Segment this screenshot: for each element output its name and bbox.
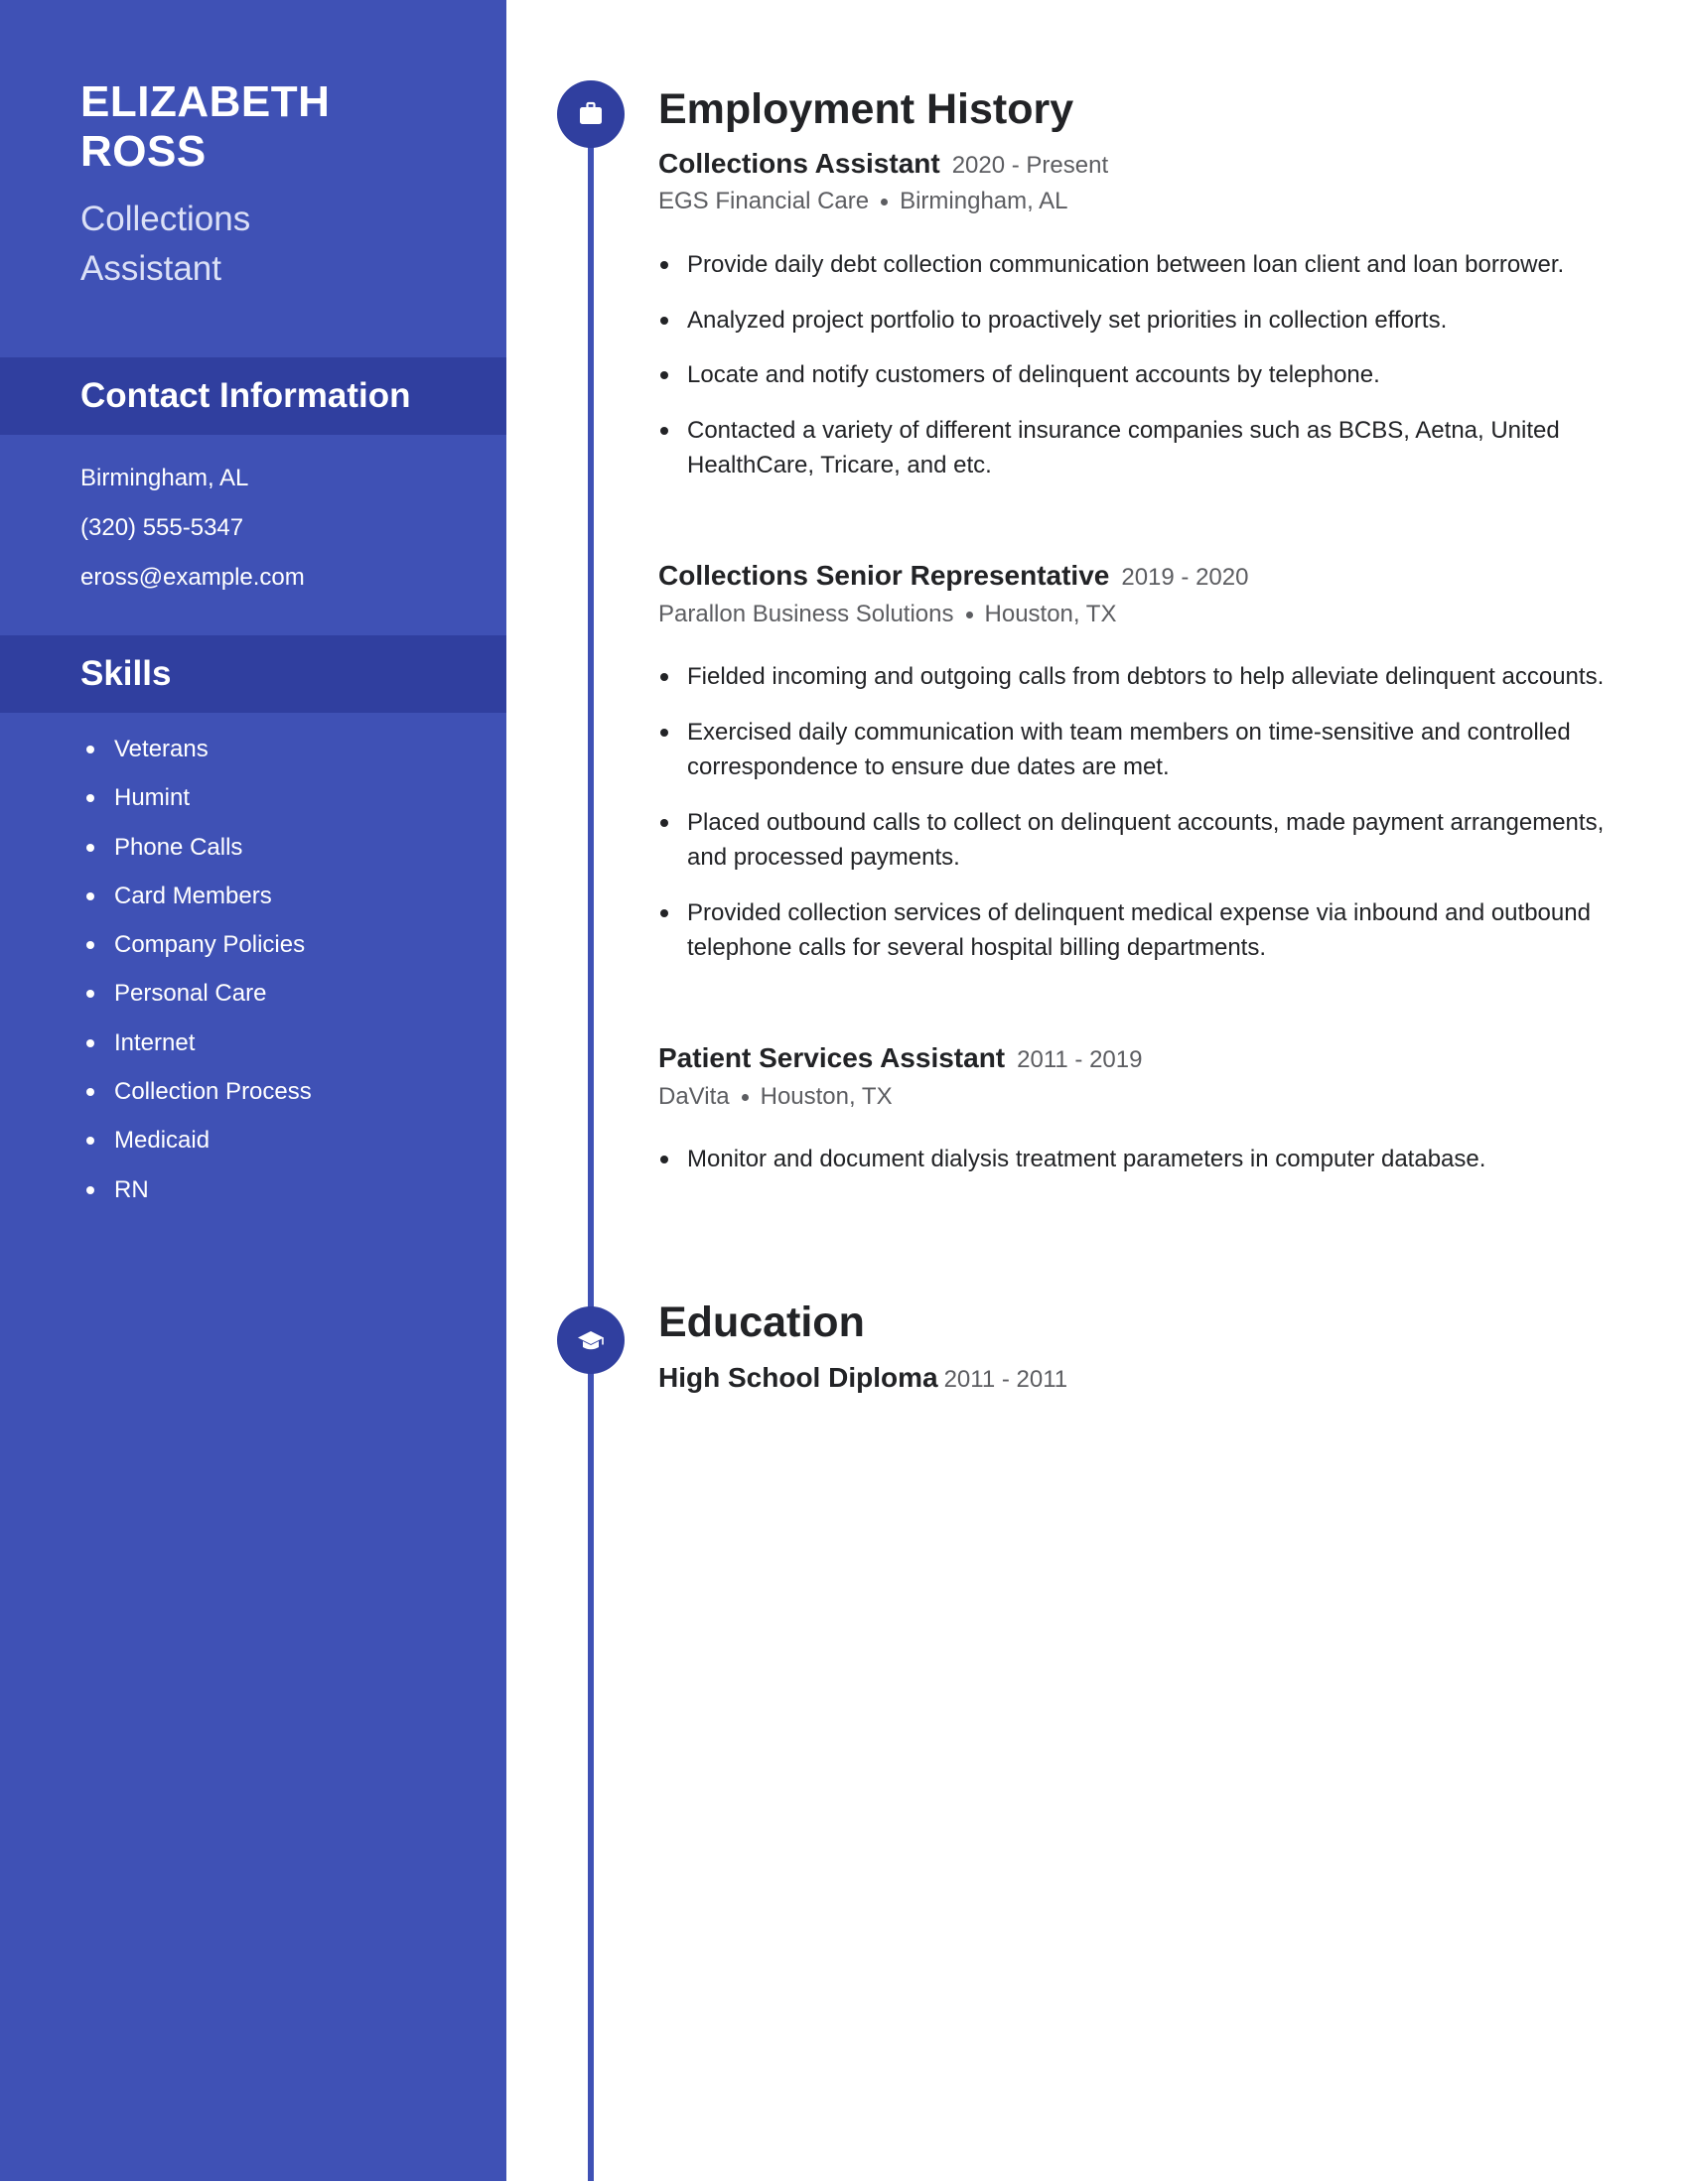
sidebar: ELIZABETH ROSS Collections Assistant Con…: [0, 0, 506, 2181]
job-dates: 2019 - 2020: [1121, 564, 1249, 591]
job-title-row: Patient Services Assistant 2011 - 2019: [658, 1042, 1142, 1074]
skill-item: Card Members: [80, 872, 312, 920]
name-first: ELIZABETH: [80, 77, 331, 126]
education-marker: [557, 1306, 625, 1374]
skill-item: Collection Process: [80, 1067, 312, 1116]
contact-section-header: Contact Information: [0, 357, 506, 435]
skill-item: Veterans: [80, 725, 312, 773]
job-company: Parallon Business Solutions: [658, 601, 954, 627]
skill-item: Company Policies: [80, 920, 312, 969]
job-role: Patient Services Assistant: [658, 1042, 1006, 1073]
job-bullet: Locate and notify customers of delinquen…: [658, 357, 1612, 393]
job-bullet: Fielded incoming and outgoing calls from…: [658, 659, 1612, 695]
job-location: Houston, TX: [984, 601, 1117, 627]
employment-marker: [557, 80, 625, 148]
skills-heading: Skills: [80, 654, 172, 693]
skill-item: Personal Care: [80, 969, 312, 1018]
job-bullet: Provided collection services of delinque…: [658, 895, 1612, 966]
job-company: EGS Financial Care: [658, 188, 870, 214]
name-last: ROSS: [80, 127, 207, 176]
job-meta-row: DaVita Houston, TX: [658, 1083, 893, 1111]
education-heading: Education: [658, 1298, 865, 1346]
employment-heading: Employment History: [658, 85, 1074, 133]
contact-phone[interactable]: (320) 555-5347: [80, 503, 305, 553]
separator-dot: [741, 1094, 749, 1102]
contact-location: Birmingham, AL: [80, 465, 249, 491]
education-dates: 2011 - 2011: [943, 1366, 1068, 1393]
job-bullets: Fielded incoming and outgoing calls from…: [658, 659, 1612, 986]
contact-list: Birmingham, AL (320) 555-5347 eross@exam…: [80, 454, 305, 603]
job-location: Houston, TX: [760, 1083, 893, 1110]
job-bullet: Analyzed project portfolio to proactivel…: [658, 303, 1612, 339]
job-meta-row: Parallon Business Solutions Houston, TX: [658, 601, 1116, 628]
job-bullet: Placed outbound calls to collect on deli…: [658, 805, 1612, 876]
timeline-line: [588, 119, 594, 2181]
skill-item: Internet: [80, 1019, 312, 1067]
job-dates: 2020 - Present: [951, 152, 1109, 179]
education-degree: High School Diploma: [658, 1362, 938, 1393]
skill-item: RN: [80, 1165, 312, 1214]
candidate-name: ELIZABETH ROSS: [80, 77, 330, 177]
separator-dot: [965, 612, 973, 619]
job-bullet: Contacted a variety of different insuran…: [658, 413, 1612, 483]
job-role: Collections Senior Representative: [658, 560, 1110, 591]
job-bullet: Monitor and document dialysis treatment …: [658, 1142, 1612, 1177]
job-company: DaVita: [658, 1083, 730, 1110]
contact-email[interactable]: eross@example.com: [80, 553, 305, 603]
job-bullets: Monitor and document dialysis treatment …: [658, 1142, 1612, 1197]
separator-dot: [881, 199, 889, 206]
graduation-cap-icon: [578, 1331, 604, 1350]
job-bullet: Exercised daily communication with team …: [658, 715, 1612, 785]
job-meta-row: EGS Financial Care Birmingham, AL: [658, 188, 1068, 215]
briefcase-icon: [580, 101, 602, 124]
title-line-2: Assistant: [80, 249, 221, 288]
skill-item: Medicaid: [80, 1116, 312, 1164]
skill-item: Humint: [80, 773, 312, 822]
education-entry: High School Diploma 2011 - 2011: [658, 1362, 1067, 1394]
job-title-row: Collections Assistant 2020 - Present: [658, 148, 1108, 180]
job-dates: 2011 - 2019: [1017, 1046, 1143, 1073]
skills-section-header: Skills: [0, 635, 506, 713]
job-role: Collections Assistant: [658, 148, 940, 179]
candidate-title: Collections Assistant: [80, 195, 250, 294]
skills-list: Veterans Humint Phone Calls Card Members…: [80, 725, 312, 1214]
contact-heading: Contact Information: [80, 376, 411, 415]
job-bullets: Provide daily debt collection communicat…: [658, 247, 1612, 503]
skill-item: Phone Calls: [80, 823, 312, 872]
job-title-row: Collections Senior Representative 2019 - …: [658, 560, 1248, 592]
job-location: Birmingham, AL: [900, 188, 1068, 214]
job-bullet: Provide daily debt collection communicat…: [658, 247, 1612, 283]
title-line-1: Collections: [80, 200, 251, 238]
